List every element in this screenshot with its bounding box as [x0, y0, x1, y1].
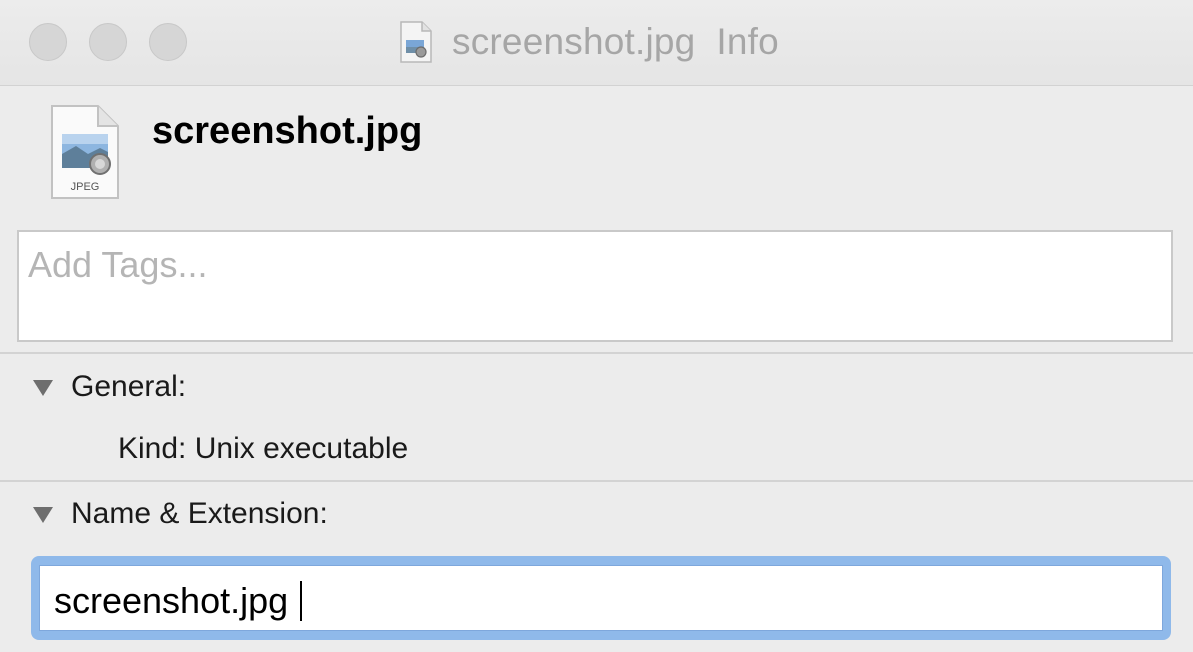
tags-placeholder: Add Tags...: [28, 244, 208, 285]
window-title-text: screenshot.jpg Info: [452, 21, 779, 62]
tags-field[interactable]: Add Tags...: [17, 230, 1173, 342]
jpeg-file-icon-label: JPEG: [71, 181, 100, 193]
name-extension-heading: Name & Extension:: [71, 497, 328, 530]
file-name-heading: screenshot.jpg: [152, 110, 423, 152]
divider: [0, 480, 1193, 482]
window-title: screenshot.jpg Info: [398, 18, 779, 66]
jpeg-document-icon: [400, 21, 432, 63]
disclosure-triangle-icon[interactable]: [33, 380, 53, 396]
divider: [0, 352, 1193, 354]
jpeg-file-icon[interactable]: JPEG: [48, 104, 122, 200]
title-bar[interactable]: screenshot.jpg Info: [0, 0, 1193, 86]
zoom-button[interactable]: [149, 23, 187, 61]
name-extension-field[interactable]: screenshot.jpg: [39, 565, 1163, 631]
minimize-button[interactable]: [89, 23, 127, 61]
disclosure-triangle-icon[interactable]: [33, 507, 53, 523]
text-caret: [300, 581, 303, 621]
name-field-text: screenshot.jpg: [54, 580, 289, 621]
general-section-header[interactable]: General:: [33, 370, 186, 404]
name-extension-section-header[interactable]: Name & Extension:: [33, 497, 328, 531]
info-window: screenshot.jpg Info JPEG screenshot.jpg …: [0, 0, 1193, 652]
general-heading: General:: [71, 370, 187, 403]
kind-row: Kind: Unix executable: [118, 432, 409, 465]
name-field-value: screenshot.jpg: [54, 580, 303, 622]
close-button[interactable]: [29, 23, 67, 61]
